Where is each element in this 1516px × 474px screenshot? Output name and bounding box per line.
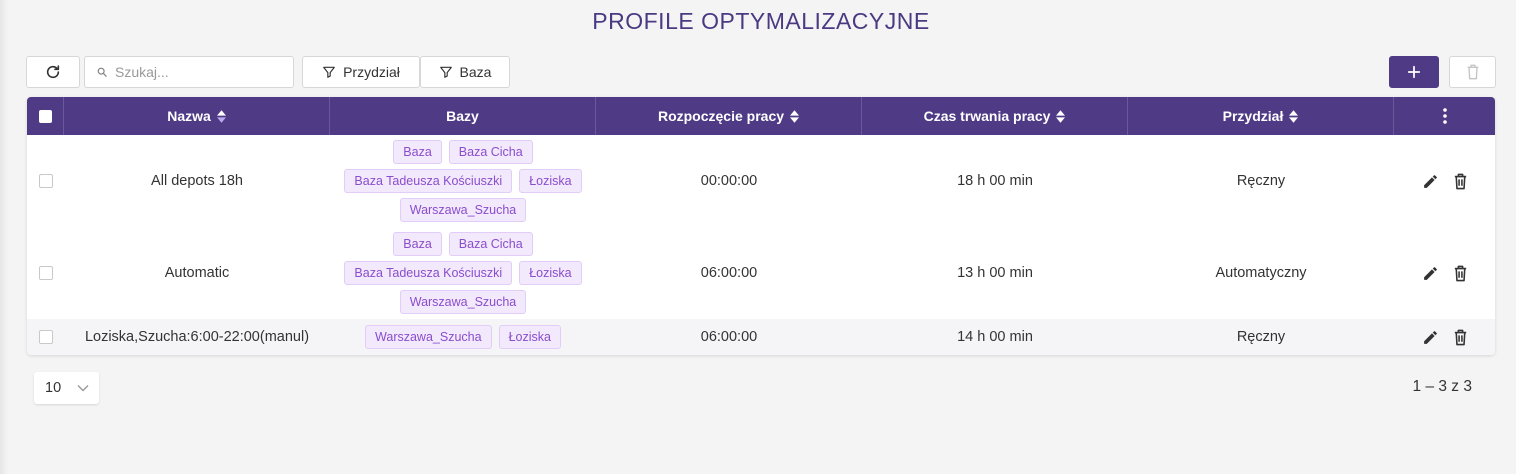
cell-start: 00:00:00 (700, 173, 758, 189)
base-chip: Baza Tadeusza Kościuszki (344, 261, 513, 285)
page-size-value: 10 (45, 380, 62, 396)
table-row[interactable]: Loziska,Szucha:6:00-22:00(manul) Warszaw… (27, 319, 1495, 355)
filter-przydzial-button[interactable]: Przydział (302, 56, 420, 88)
trash-icon[interactable] (1453, 265, 1468, 282)
filter-przydzial-label: Przydział (343, 64, 400, 80)
toolbar: Przydział Baza (26, 56, 1496, 88)
cell-name: Loziska,Szucha:6:00-22:00(manul) (84, 329, 310, 345)
header-bazy-label: Bazy (446, 108, 479, 124)
cell-assignment: Ręczny (1236, 173, 1286, 189)
edit-icon[interactable] (1422, 173, 1439, 190)
refresh-button[interactable] (26, 56, 80, 88)
chevron-down-icon (77, 385, 89, 392)
base-chip: Łoziska (519, 261, 582, 285)
refresh-icon (46, 65, 60, 79)
header-nazwa[interactable]: Nazwa (64, 97, 330, 135)
add-button[interactable] (1389, 56, 1439, 88)
table-header: Nazwa Bazy Rozpoczęcie pracy Czas trwani… (27, 97, 1495, 135)
cell-name: Automatic (164, 265, 230, 281)
sort-icon (790, 109, 800, 123)
cell-start: 06:00:00 (700, 329, 758, 345)
base-chip: Łoziska (498, 325, 561, 349)
filter-icon (323, 66, 335, 78)
base-chip: Warszawa_Szucha (365, 325, 492, 349)
cell-duration: 14 h 00 min (957, 329, 1033, 345)
header-rozpoczecie[interactable]: Rozpoczęcie pracy (596, 97, 862, 135)
base-chip: Baza (393, 140, 442, 164)
row-checkbox[interactable] (38, 266, 53, 280)
row-select-cell (27, 319, 64, 355)
base-chip: Łoziska (519, 169, 582, 193)
cell-bases: Baza Baza Cicha Baza Tadeusza Kościuszki… (330, 227, 596, 319)
cell-bases: Baza Baza Cicha Baza Tadeusza Kościuszki… (330, 135, 596, 227)
trash-icon[interactable] (1453, 329, 1468, 346)
filter-icon (439, 66, 452, 78)
select-all-checkbox[interactable] (38, 109, 52, 123)
delete-selected-button[interactable] (1449, 56, 1496, 88)
page-size-select[interactable]: 10 (34, 372, 99, 404)
header-bazy: Bazy (330, 97, 596, 135)
cell-actions (1394, 227, 1495, 319)
more-vertical-icon (1442, 108, 1447, 124)
edit-icon[interactable] (1422, 329, 1439, 346)
profiles-table: Nazwa Bazy Rozpoczęcie pracy Czas trwani… (27, 97, 1495, 355)
search-icon (97, 67, 107, 77)
header-nazwa-label: Nazwa (167, 108, 211, 124)
header-czas-trwania[interactable]: Czas trwania pracy (862, 97, 1128, 135)
search-box (84, 56, 294, 88)
row-select-cell (27, 135, 64, 227)
filter-baza-label: Baza (459, 64, 492, 80)
header-select-all[interactable] (27, 97, 64, 135)
base-chip: Baza Cicha (448, 232, 533, 256)
cell-actions (1394, 319, 1495, 355)
header-menu[interactable] (1394, 97, 1495, 135)
row-select-cell (27, 227, 64, 319)
cell-actions (1394, 135, 1495, 227)
pagination-range: 1 – 3 z 3 (1412, 378, 1472, 395)
header-przydzial[interactable]: Przydział (1128, 97, 1394, 135)
row-checkbox[interactable] (38, 330, 53, 344)
cell-assignment: Automatyczny (1215, 265, 1307, 281)
search-input[interactable] (115, 64, 285, 80)
edit-icon[interactable] (1422, 265, 1439, 282)
left-edge (0, 0, 8, 474)
trash-icon (1467, 64, 1478, 80)
cell-duration: 13 h 00 min (957, 265, 1033, 281)
sort-icon (216, 109, 226, 123)
base-chip: Baza Tadeusza Kościuszki (344, 169, 513, 193)
header-czas-trwania-label: Czas trwania pracy (923, 108, 1051, 124)
base-chip: Baza (393, 232, 442, 256)
cell-bases: Warszawa_Szucha Łoziska (330, 319, 596, 355)
header-rozpoczecie-label: Rozpoczęcie pracy (657, 108, 785, 124)
base-chip: Warszawa_Szucha (399, 290, 527, 314)
base-chip: Baza Cicha (448, 140, 533, 164)
trash-icon[interactable] (1453, 173, 1468, 190)
table-row[interactable]: Automatic Baza Baza Cicha Baza Tadeusza … (27, 227, 1495, 319)
cell-assignment: Ręczny (1236, 329, 1286, 345)
cell-duration: 18 h 00 min (957, 173, 1033, 189)
table-row[interactable]: All depots 18h Baza Baza Cicha Baza Tade… (27, 135, 1495, 227)
filter-baza-button[interactable]: Baza (420, 56, 510, 88)
sort-icon (1289, 109, 1299, 123)
cell-name: All depots 18h (151, 173, 243, 189)
cell-start: 06:00:00 (700, 265, 758, 281)
header-przydzial-label: Przydział (1222, 108, 1284, 124)
base-chip: Warszawa_Szucha (399, 198, 527, 222)
row-checkbox[interactable] (38, 174, 53, 188)
sort-icon (1056, 109, 1066, 123)
page-title: PROFILE OPTYMALIZACYJNE (592, 8, 930, 34)
plus-icon (1407, 65, 1421, 79)
